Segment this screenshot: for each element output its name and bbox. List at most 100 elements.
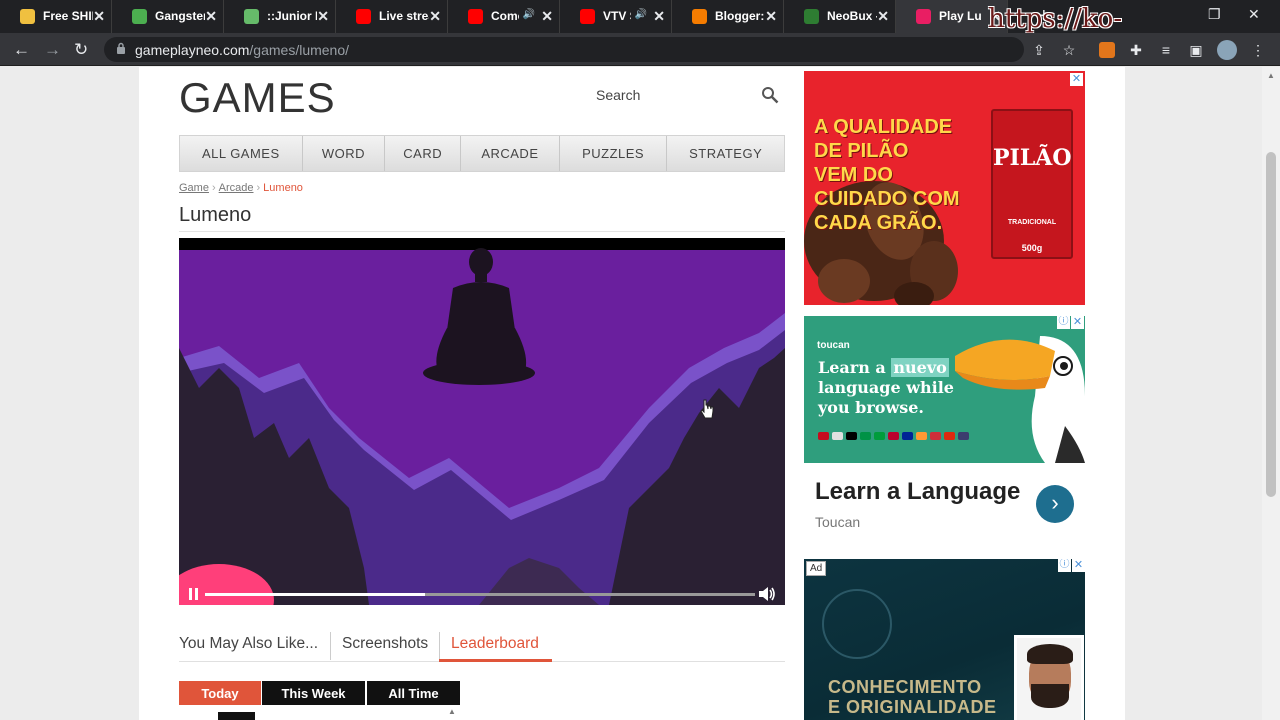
browser-tab[interactable]: Free SHIB✕ (0, 0, 112, 33)
metamask-extension-icon[interactable] (1099, 42, 1115, 58)
address-bar: ← → ↻ gameplayneo.com/games/lumeno/ ⇪ ☆ … (0, 33, 1280, 66)
side-panel-icon[interactable]: ▣ (1188, 42, 1204, 58)
tab-title: VTV SI (603, 9, 631, 23)
leaderboard-row (218, 712, 255, 720)
game-title: Lumeno (179, 204, 252, 226)
media-control-icon[interactable]: ≡ (1158, 42, 1174, 58)
restore-window-button[interactable]: ❐ (1208, 6, 1221, 23)
search-icon[interactable] (761, 86, 779, 104)
page-scrollbar[interactable]: ▲ (1262, 67, 1280, 720)
tab-favicon-icon (580, 9, 595, 24)
active-tab-underline (439, 659, 552, 662)
toucan-advertisement[interactable]: toucan Learn a nuevo language while you … (804, 316, 1085, 463)
category-card[interactable]: CARD (385, 136, 462, 171)
tab-favicon-icon (468, 9, 483, 24)
browser-tab[interactable]: Como 🔊 ✕ (448, 0, 560, 33)
coffee-ad-headline-line: DE PILÃO (814, 140, 909, 162)
tab-close-icon[interactable]: ✕ (765, 8, 777, 25)
profile-avatar[interactable] (1217, 40, 1237, 60)
conhecimento-advertisement[interactable]: Ad CONHECIMENTO E ORIGINALIDADE ⓘ ✕ (804, 559, 1085, 720)
bookmark-star-icon[interactable]: ☆ (1061, 42, 1077, 58)
extensions-puzzle-icon[interactable]: ✚ (1128, 42, 1144, 58)
leaderboard-scroll-up-icon[interactable]: ▲ (448, 707, 456, 716)
scrollbar-thumb[interactable] (1266, 152, 1276, 497)
browser-tab[interactable]: ::Junior M✕ (224, 0, 336, 33)
title-divider (179, 231, 785, 232)
coffee-advertisement[interactable]: A QUALIDADE DE PILÃO VEM DO CUIDADO COM CADA… (804, 71, 1085, 305)
tab-screenshots[interactable]: Screenshots (342, 635, 428, 653)
ad-info-icon[interactable]: ⓘ (1057, 316, 1070, 329)
category-arcade[interactable]: ARCADE (461, 136, 560, 171)
ad-badge: Ad (806, 561, 827, 576)
tab-divider (330, 632, 331, 660)
ad-info-icon[interactable]: ⓘ (1058, 559, 1071, 572)
period-today[interactable]: Today (179, 681, 261, 705)
player-controls (179, 583, 785, 605)
back-icon[interactable]: ← (13, 40, 30, 60)
tab-close-icon[interactable]: ✕ (205, 8, 217, 25)
period-all-time[interactable]: All Time (367, 681, 460, 705)
category-word[interactable]: WORD (303, 136, 386, 171)
ad-stamp-graphic (822, 589, 892, 659)
tab-favicon-icon (804, 9, 819, 24)
tab-close-icon[interactable]: ✕ (653, 8, 665, 25)
coffee-ad-headline-line: VEM DO (814, 164, 893, 186)
period-this-week[interactable]: This Week (262, 681, 365, 705)
ad-close-icon[interactable]: ✕ (1070, 73, 1083, 86)
volume-icon[interactable] (758, 586, 776, 602)
coffee-ad-headline-line: A QUALIDADE (814, 116, 953, 138)
forward-icon[interactable]: → (44, 40, 61, 60)
seek-bar[interactable] (205, 593, 755, 596)
tab-favicon-icon (692, 9, 707, 24)
share-icon[interactable]: ⇪ (1031, 42, 1047, 58)
game-scene[interactable] (179, 238, 785, 605)
menu-kebab-icon[interactable]: ⋮ (1250, 42, 1266, 58)
tab-title: Como (491, 9, 519, 23)
coffee-ad-headline-line: CADA GRÃO. (814, 212, 943, 234)
breadcrumb: Game › Arcade › Lumeno (179, 182, 303, 194)
reload-icon[interactable]: ↻ (74, 40, 88, 60)
coffee-variety: TRADICIONAL (1007, 219, 1057, 226)
category-puzzles[interactable]: PUZZLES (560, 136, 668, 171)
tab-close-icon[interactable]: ✕ (877, 8, 889, 25)
breadcrumb-arcade-link[interactable]: Arcade (219, 182, 254, 194)
browser-tab[interactable]: VTV SI 🔊 ✕ (560, 0, 672, 33)
browser-tab[interactable]: Blogger: P✕ (672, 0, 784, 33)
coffee-ad-headline: A QUALIDADE DE PILÃO VEM DO CUIDADO COM CADA… (814, 115, 960, 235)
tab-close-icon[interactable]: ✕ (429, 8, 441, 25)
url-field[interactable]: gameplayneo.com/games/lumeno/ (104, 37, 1024, 62)
tab-leaderboard[interactable]: Leaderboard (451, 635, 539, 653)
tab-audio-icon[interactable]: 🔊 (635, 9, 647, 20)
tab-audio-icon[interactable]: 🔊 (523, 9, 535, 20)
ad-close-icon[interactable]: ✕ (1071, 316, 1084, 329)
tab-title: Gangster V (155, 9, 205, 23)
browser-tab[interactable]: Gangster V✕ (112, 0, 224, 33)
category-strategy[interactable]: STRATEGY (667, 136, 784, 171)
tab-close-icon[interactable]: ✕ (93, 8, 105, 25)
site-logo[interactable]: GAMES (179, 74, 336, 122)
tab-favicon-icon (244, 9, 259, 24)
scroll-up-arrow-icon[interactable]: ▲ (1267, 71, 1275, 80)
tab-you-may-also-like[interactable]: You May Also Like... (179, 635, 318, 653)
tab-close-icon[interactable]: ✕ (317, 8, 329, 25)
tab-divider (439, 632, 440, 660)
ad-close-icon[interactable]: ✕ (1072, 559, 1085, 572)
tab-favicon-icon (20, 9, 35, 24)
tab-title: Live stream (379, 9, 429, 23)
browser-tab[interactable]: NeoBux - A✕ (784, 0, 896, 33)
breadcrumb-game-link[interactable]: Game (179, 182, 209, 194)
chevron-right-icon[interactable]: › (1036, 485, 1074, 523)
tab-title: Play Lu (939, 9, 982, 23)
search-input[interactable]: Search (596, 87, 640, 103)
coffee-brand: PILÃO (993, 145, 1072, 171)
browser-tab[interactable]: Live stream✕ (336, 0, 448, 33)
tab-title: Free SHIB (43, 9, 93, 23)
seek-bar-progress (205, 593, 425, 596)
tab-close-icon[interactable]: ✕ (541, 8, 553, 25)
category-all-games[interactable]: ALL GAMES (180, 136, 303, 171)
toucan-brand: toucan (817, 340, 850, 351)
pause-icon[interactable] (189, 588, 199, 600)
toucan-ad-footer[interactable]: Learn a Language Toucan › (804, 463, 1085, 543)
game-player[interactable] (179, 238, 785, 605)
close-window-button[interactable]: ✕ (1248, 6, 1260, 23)
